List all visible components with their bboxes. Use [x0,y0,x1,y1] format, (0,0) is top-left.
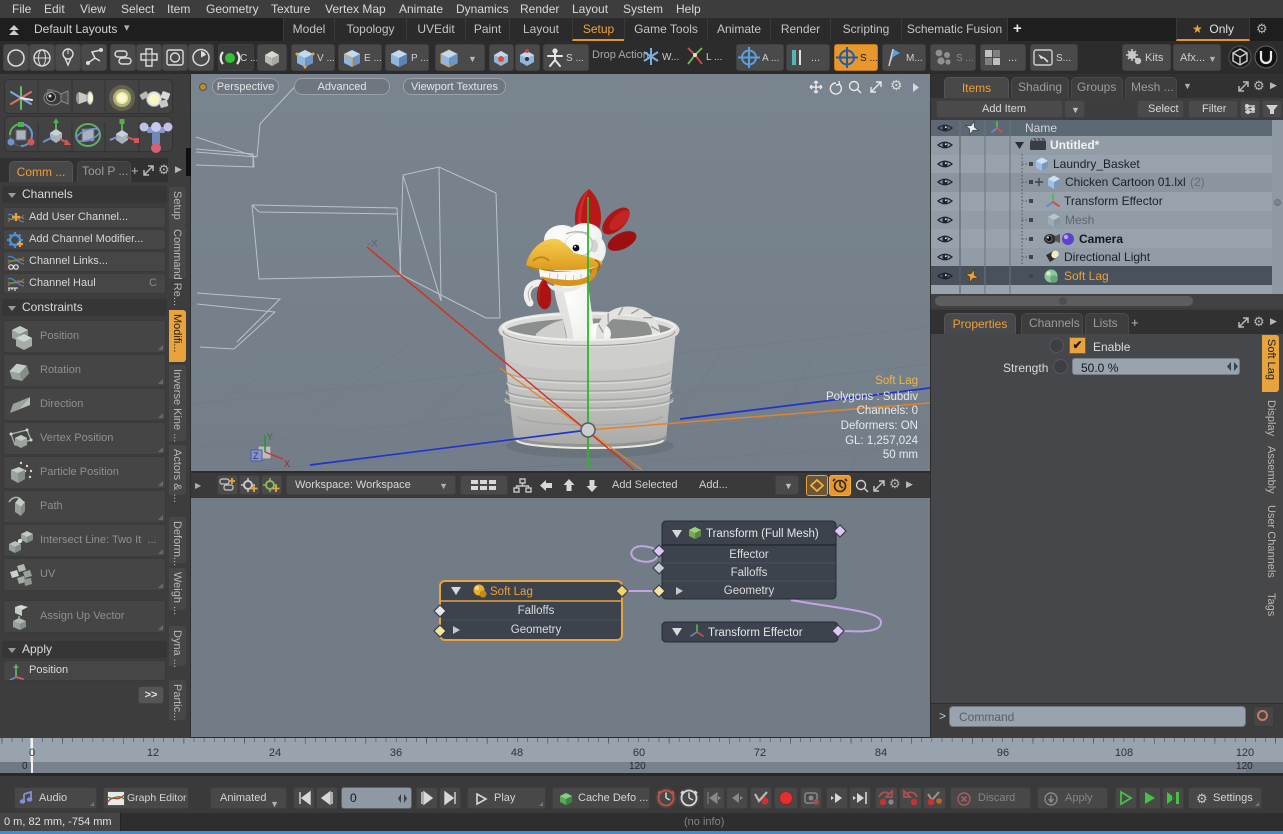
svg-text:Name: Name [1025,121,1057,135]
svg-text:Untitled*: Untitled* [1050,138,1100,152]
svg-text:Polygons : Subdiv: Polygons : Subdiv [826,391,918,403]
svg-text:Mesh: Mesh [1065,213,1094,227]
svg-text:48: 48 [511,747,523,759]
svg-text:Laundry_Basket: Laundry_Basket [1053,157,1140,171]
svg-text:36: 36 [390,747,402,759]
svg-text:12: 12 [147,747,159,759]
svg-text:Chicken Cartoon 01.lxl: Chicken Cartoon 01.lxl [1065,175,1186,189]
svg-text:0: 0 [29,747,35,759]
svg-text:-X: -X [367,238,379,250]
svg-text:GL: 1,257,024: GL: 1,257,024 [845,435,918,447]
svg-text:Camera: Camera [1079,232,1123,246]
svg-text:Effector: Effector [729,549,769,561]
svg-text:108: 108 [1115,747,1133,759]
svg-text:Geometry: Geometry [724,585,775,597]
svg-text:Z: Z [253,451,259,461]
svg-text:Directional Light: Directional Light [1064,250,1151,264]
svg-text:Falloffs: Falloffs [731,567,768,579]
svg-text:60: 60 [633,747,645,759]
svg-text:Falloffs: Falloffs [518,605,555,617]
svg-text:Y: Y [267,432,273,442]
svg-text:Soft Lag: Soft Lag [490,586,533,598]
svg-text:Transform (Full Mesh): Transform (Full Mesh) [706,528,819,540]
svg-text:96: 96 [997,747,1009,759]
svg-text:Geometry: Geometry [511,624,562,636]
svg-text:84: 84 [875,747,887,759]
svg-text:Soft Lag: Soft Lag [1064,269,1109,283]
svg-text:Deformers: ON: Deformers: ON [841,420,918,432]
svg-text:Soft Lag: Soft Lag [875,375,918,387]
svg-text:X: X [284,459,290,469]
svg-text:Channels: 0: Channels: 0 [857,405,918,417]
svg-text:24: 24 [269,747,281,759]
svg-text:50 mm: 50 mm [883,449,918,461]
svg-text:72: 72 [754,747,766,759]
svg-text:(2): (2) [1190,175,1205,189]
svg-text:Transform Effector: Transform Effector [708,627,803,639]
svg-text:Transform Effector: Transform Effector [1064,194,1163,208]
svg-text:120: 120 [1236,747,1254,759]
